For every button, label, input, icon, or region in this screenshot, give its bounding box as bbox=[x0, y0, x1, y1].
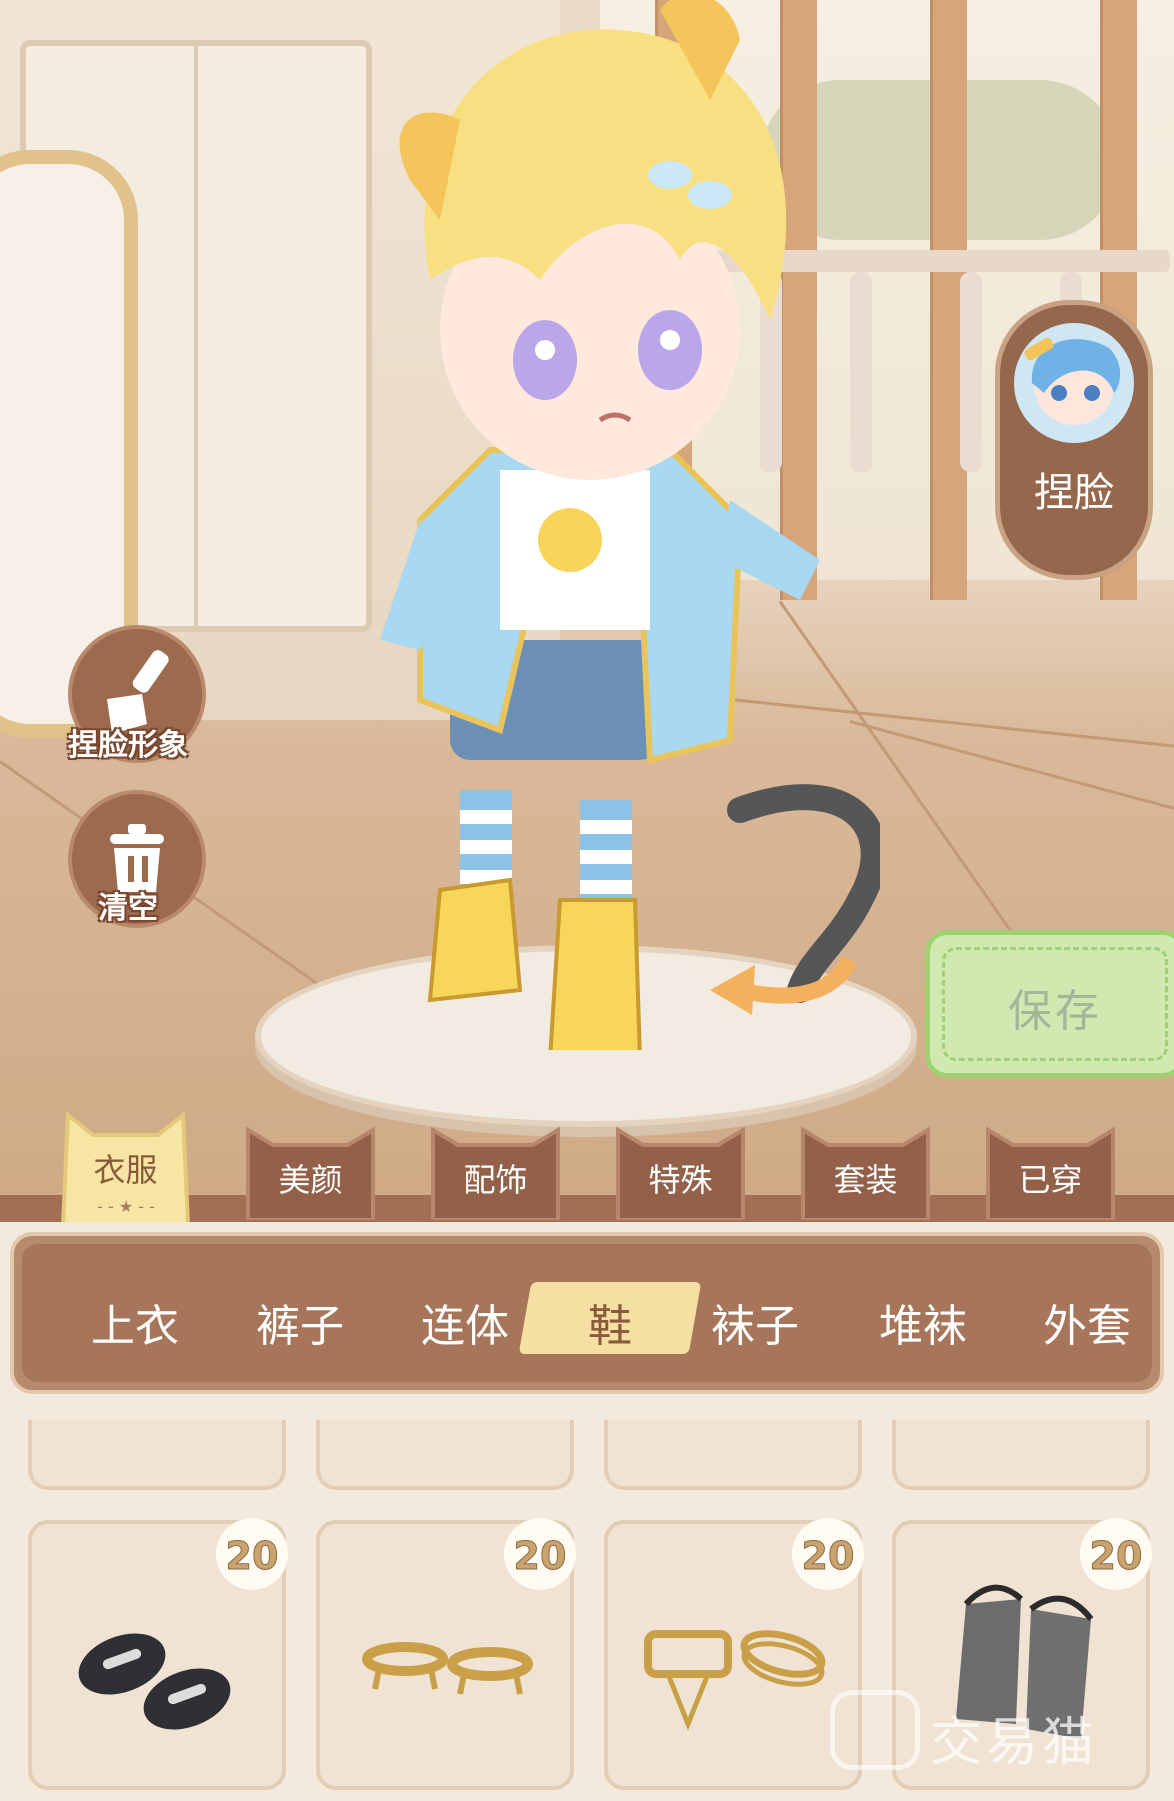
item-card[interactable]: 20 bbox=[316, 1518, 576, 1790]
face-edit-button[interactable]: 捏脸 bbox=[995, 300, 1153, 580]
face-shape-label: 捏脸形象 bbox=[68, 728, 188, 763]
item-card[interactable]: 20 bbox=[604, 1518, 864, 1790]
price-text: 20 bbox=[225, 1534, 279, 1579]
watermark-cat-icon bbox=[830, 1690, 920, 1770]
price-text: 20 bbox=[513, 1534, 567, 1579]
subtab-slouch-socks[interactable]: 堆袜 bbox=[848, 1290, 998, 1354]
character-avatar[interactable] bbox=[380, 0, 880, 1050]
tab-special-label: 特殊 bbox=[648, 1161, 713, 1199]
price-text: 20 bbox=[801, 1534, 855, 1579]
baluster bbox=[960, 272, 982, 472]
item-card[interactable]: 20 bbox=[28, 1518, 288, 1790]
item-card[interactable] bbox=[316, 1420, 574, 1490]
subtab-jumpsuit[interactable]: 连体 bbox=[390, 1290, 540, 1354]
item-card[interactable] bbox=[604, 1420, 862, 1490]
tab-special[interactable]: 特殊 bbox=[613, 1110, 748, 1220]
item-card[interactable] bbox=[892, 1420, 1150, 1490]
price-badge: 20 bbox=[504, 1518, 576, 1590]
watermark-text: 交易猫 bbox=[930, 1713, 1099, 1773]
tab-beauty[interactable]: 美颜 bbox=[243, 1110, 378, 1220]
tab-beauty-label: 美颜 bbox=[278, 1161, 343, 1199]
subtab-coats[interactable]: 外套 bbox=[1012, 1290, 1162, 1354]
tab-accessories[interactable]: 配饰 bbox=[428, 1110, 563, 1220]
subtab-socks[interactable]: 袜子 bbox=[680, 1290, 830, 1354]
star-icon: - - ★ - - bbox=[97, 1197, 155, 1216]
save-label: 保存 bbox=[1008, 986, 1102, 1037]
tab-worn[interactable]: 已穿 bbox=[983, 1110, 1118, 1220]
save-button[interactable]: 保存 bbox=[925, 930, 1174, 1078]
tab-clothes-label: 衣服 bbox=[93, 1151, 158, 1189]
item-card[interactable] bbox=[28, 1420, 286, 1490]
clear-label: 清空 bbox=[98, 891, 158, 926]
tab-worn-label: 已穿 bbox=[1018, 1161, 1083, 1199]
subtab-shoes[interactable]: 鞋 bbox=[535, 1290, 685, 1354]
avatar-comb-icon bbox=[1014, 323, 1134, 443]
price-text: 20 bbox=[1089, 1534, 1143, 1579]
tab-accessories-label: 配饰 bbox=[463, 1161, 528, 1199]
face-edit-label: 捏脸 bbox=[1034, 470, 1114, 516]
subtab-pants[interactable]: 裤子 bbox=[225, 1290, 375, 1354]
price-badge: 20 bbox=[1080, 1518, 1152, 1590]
price-badge: 20 bbox=[216, 1518, 288, 1590]
tab-sets[interactable]: 套装 bbox=[798, 1110, 933, 1220]
tab-sets-label: 套装 bbox=[833, 1161, 898, 1199]
subtab-tops[interactable]: 上衣 bbox=[60, 1290, 210, 1354]
price-badge: 20 bbox=[792, 1518, 864, 1590]
